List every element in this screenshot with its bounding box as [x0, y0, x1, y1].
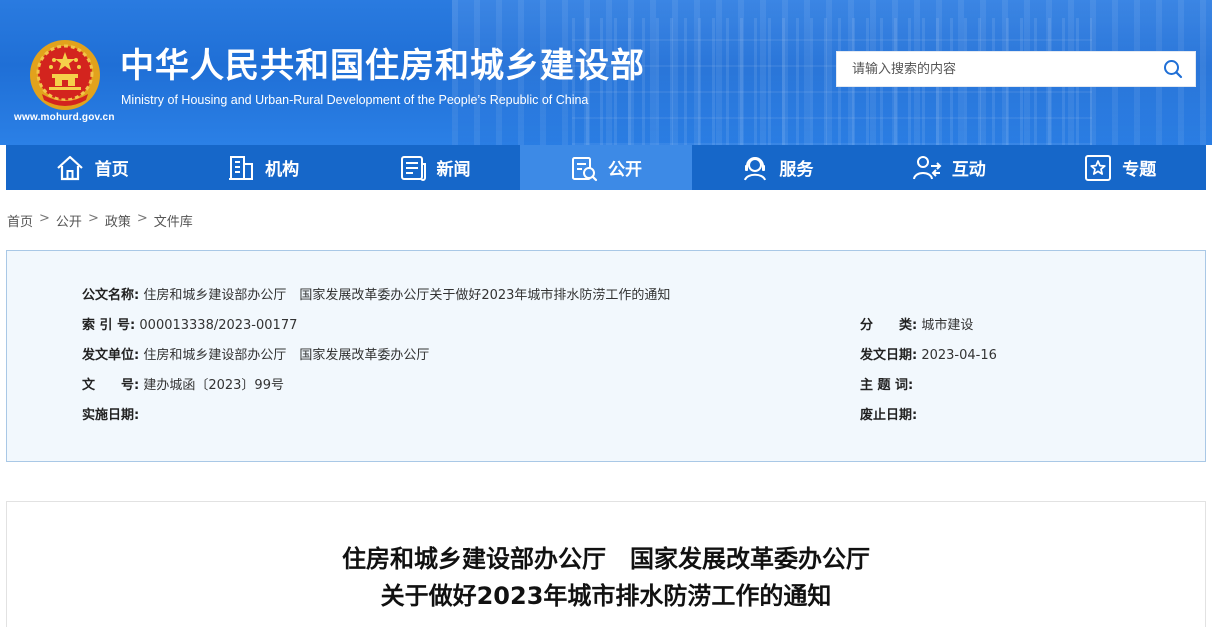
search-icon [1164, 60, 1183, 79]
nav-item-news[interactable]: 新闻 [349, 145, 520, 190]
nav-item-label: 首页 [94, 160, 129, 180]
breadcrumb-separator: > [87, 211, 99, 226]
article-title-line1: 住房和城乡建设部办公厅 国家发展改革委办公厅 [342, 545, 870, 573]
info-keywords-label: 主 题 词: [860, 378, 914, 393]
info-issuer-value: 住房和城乡建设部办公厅 国家发展改革委办公厅 [143, 348, 430, 363]
info-date-label: 发文日期: [860, 348, 918, 363]
nav-item-label: 公开 [607, 160, 642, 180]
open-icon [571, 156, 598, 181]
nav-item-label: 服务 [779, 160, 814, 180]
info-date: 发文日期: 2023-04-16 [860, 344, 997, 363]
breadcrumb: 首页 > 公开 > 政策 > 文件库 [7, 211, 193, 230]
breadcrumb-separator: > [39, 211, 50, 226]
nav-item-label: 专题 [1122, 160, 1157, 180]
breadcrumb-file-library[interactable]: 文件库 [154, 211, 193, 230]
building-icon [229, 155, 254, 180]
site-title-en: Ministry of Housing and Urban-Rural Deve… [121, 93, 589, 107]
info-expiry-date: 废止日期: [860, 404, 917, 423]
info-doc-name-value: 住房和城乡建设部办公厅 国家发展改革委办公厅关于做好2023年城市排水防涝工作的… [143, 288, 671, 303]
search-button[interactable] [1151, 52, 1195, 86]
info-doc-no: 文 号: 建办城函〔2023〕99号 [82, 374, 284, 393]
news-icon [400, 155, 426, 181]
info-effective-date: 实施日期: [82, 404, 139, 423]
site-header: www.mohurd.gov.cn 中华人民共和国住房和城乡建设部 Minist… [0, 0, 1212, 145]
search-box [836, 51, 1196, 87]
nav-item-label: 互动 [951, 160, 986, 180]
article-container: 住房和城乡建设部办公厅 国家发展改革委办公厅 关于做好2023年城市排水防涝工作… [6, 501, 1206, 627]
info-category: 分 类: 城市建设 [860, 314, 973, 333]
nav-item-label: 机构 [265, 160, 300, 180]
breadcrumb-policy[interactable]: 政策 [105, 211, 131, 230]
nav-item-open[interactable]: 公开 [520, 145, 692, 190]
info-effective-label: 实施日期: [82, 408, 140, 423]
nav-item-organization[interactable]: 机构 [177, 145, 348, 190]
breadcrumb-separator: > [136, 211, 148, 226]
main-nav: 首页 机构 新闻 公开 服务 互动 专题 [6, 145, 1206, 190]
info-date-value: 2023-04-16 [921, 348, 997, 363]
info-issuer: 发文单位: 住房和城乡建设部办公厅 国家发展改革委办公厅 [82, 344, 429, 363]
info-index-label: 索 引 号: [82, 318, 136, 333]
search-input[interactable] [837, 52, 1151, 86]
info-keywords: 主 题 词: [860, 374, 913, 393]
info-category-label: 分 类: [860, 318, 918, 333]
info-index: 索 引 号: 000013338/2023-00177 [82, 314, 297, 333]
service-icon [744, 156, 767, 180]
info-doc-no-label: 文 号: [82, 378, 140, 393]
nav-item-label: 新闻 [436, 160, 471, 180]
info-issuer-label: 发文单位: [82, 348, 140, 363]
interact-icon [912, 155, 942, 179]
national-emblem-icon[interactable] [28, 38, 102, 112]
info-expiry-label: 废止日期: [860, 408, 918, 423]
info-doc-no-value: 建办城函〔2023〕99号 [143, 378, 284, 393]
info-index-value: 000013338/2023-00177 [139, 318, 298, 333]
nav-item-home[interactable]: 首页 [6, 145, 177, 190]
site-url: www.mohurd.gov.cn [14, 112, 115, 123]
info-doc-name: 公文名称: 住房和城乡建设部办公厅 国家发展改革委办公厅关于做好2023年城市排… [82, 284, 670, 303]
info-category-value: 城市建设 [921, 318, 974, 333]
breadcrumb-home[interactable]: 首页 [7, 211, 33, 230]
article-title-line2: 关于做好2023年城市排水防涝工作的通知 [380, 582, 832, 610]
document-info-panel: 公文名称: 住房和城乡建设部办公厅 国家发展改革委办公厅关于做好2023年城市排… [6, 250, 1206, 462]
home-icon [56, 155, 83, 180]
nav-item-interact[interactable]: 互动 [863, 145, 1034, 190]
star-icon [1085, 154, 1112, 181]
breadcrumb-open[interactable]: 公开 [56, 211, 82, 230]
info-doc-name-label: 公文名称: [82, 288, 140, 303]
nav-item-service[interactable]: 服务 [692, 145, 863, 190]
site-title-cn[interactable]: 中华人民共和国住房和城乡建设部 [120, 44, 645, 88]
nav-item-topics[interactable]: 专题 [1035, 145, 1206, 190]
